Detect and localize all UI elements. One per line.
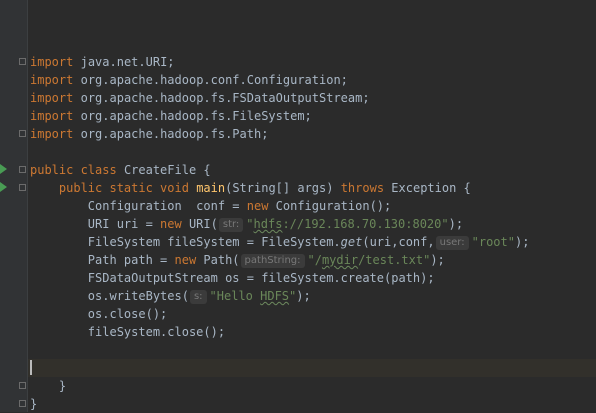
code-text: fileSystem.close(); <box>87 325 226 339</box>
code-text: os.close(); <box>87 307 168 321</box>
code-line[interactable]: import org.apache.hadoop.conf.Configurat… <box>30 71 596 89</box>
param-hint: s: <box>189 290 207 304</box>
closing-brace: } <box>58 379 67 393</box>
import-path: org.apache.hadoop.fs.Path; <box>80 127 269 141</box>
code-text: FSDataOutputStream os = fileSystem.creat… <box>87 271 435 285</box>
fold-icon[interactable] <box>19 184 26 191</box>
code-line[interactable]: Configuration conf = new Configuration()… <box>30 197 596 215</box>
code-text: Configuration(); <box>268 199 392 213</box>
code-text: os.writeBytes( <box>87 289 189 303</box>
code-line[interactable]: } <box>30 395 596 413</box>
code-text: URI uri = <box>87 217 161 231</box>
code-text: URI( <box>181 217 218 231</box>
string-literal: mydir <box>321 253 359 267</box>
param-hint: pathString: <box>240 254 305 268</box>
string-literal: "root" <box>471 235 515 249</box>
closing-brace: } <box>30 397 38 411</box>
keyword: new <box>246 199 269 213</box>
code-editor[interactable]: import java.net.URI; import org.apache.h… <box>0 0 596 412</box>
code-text: (uri,conf, <box>362 235 435 249</box>
import-path: org.apache.hadoop.conf.Configuration; <box>80 73 348 87</box>
gutter-divider <box>27 0 28 412</box>
code-line[interactable]: os.close(); <box>30 305 596 323</box>
fold-icon[interactable] <box>19 400 26 407</box>
code-line[interactable]: import org.apache.hadoop.fs.Path; <box>30 125 596 143</box>
fold-icon[interactable] <box>19 58 26 65</box>
keyword: import <box>30 55 74 69</box>
string-literal: HDFS <box>260 289 290 303</box>
import-path: java.net.URI; <box>80 55 175 69</box>
code-text: Path path = <box>87 253 175 267</box>
code-line[interactable]: URI uri = new URI(str: "hdfs://192.168.70… <box>30 215 596 233</box>
param-hint: user: <box>435 236 469 250</box>
code-text: ); <box>296 289 311 303</box>
code-line[interactable]: } <box>30 377 596 395</box>
keyword: import <box>30 127 74 141</box>
keyword: throws <box>340 181 385 195</box>
class-name: CreateFile { <box>123 163 211 177</box>
fold-icon[interactable] <box>19 382 26 389</box>
string-literal: "Hello <box>209 289 261 303</box>
keyword: new <box>174 253 197 267</box>
code-line[interactable]: FSDataOutputStream os = fileSystem.creat… <box>30 269 596 287</box>
string-literal: " <box>246 217 254 231</box>
method-call: get <box>340 235 363 249</box>
import-path: org.apache.hadoop.fs.FSDataOutputStream; <box>80 91 370 105</box>
run-arrow-icon[interactable] <box>0 182 7 192</box>
code-line[interactable]: os.writeBytes(s: "Hello HDFS"); <box>30 287 596 305</box>
method-name: main <box>196 181 226 195</box>
keyword: public static void <box>58 181 189 195</box>
current-line[interactable] <box>28 359 596 377</box>
code-line[interactable]: Path path = new Path(pathString: "/mydir/… <box>30 251 596 269</box>
import-path: org.apache.hadoop.fs.FileSystem; <box>80 109 312 123</box>
keyword: import <box>30 91 74 105</box>
keyword: new <box>160 217 182 231</box>
param-hint: str: <box>218 218 244 232</box>
code-line[interactable]: public static void main(String[] args) t… <box>30 179 596 197</box>
text-caret <box>30 360 32 375</box>
code-text: ); <box>430 253 445 267</box>
exception: Exception { <box>391 181 471 195</box>
code-line[interactable]: FileSystem fileSystem = FileSystem.get(u… <box>30 233 596 251</box>
code-line[interactable]: fileSystem.close(); <box>30 323 596 341</box>
string-literal: /test.txt" <box>358 253 431 267</box>
code-line[interactable]: public class CreateFile { <box>30 161 596 179</box>
keyword: import <box>30 73 74 87</box>
code-text: ); <box>448 217 464 231</box>
fold-icon[interactable] <box>19 166 26 173</box>
string-literal: ://192.168.70.130:8020" <box>282 217 449 231</box>
code-text: Configuration conf = <box>87 199 247 213</box>
code-line[interactable]: import org.apache.hadoop.fs.FSDataOutput… <box>30 89 596 107</box>
code-line[interactable]: import org.apache.hadoop.fs.FileSystem; <box>30 107 596 125</box>
keyword: import <box>30 109 74 123</box>
code-text: ); <box>514 235 530 249</box>
string-literal: hdfs <box>253 217 283 231</box>
params: (String[] args) <box>225 181 334 195</box>
string-literal: "/ <box>307 253 322 267</box>
fold-icon[interactable] <box>19 130 26 137</box>
code-text: FileSystem fileSystem = FileSystem. <box>87 235 341 249</box>
run-arrow-icon[interactable] <box>0 164 7 174</box>
code-text: Path( <box>196 253 240 267</box>
keyword: public class <box>30 163 117 177</box>
code-line[interactable]: import java.net.URI; <box>30 53 596 71</box>
